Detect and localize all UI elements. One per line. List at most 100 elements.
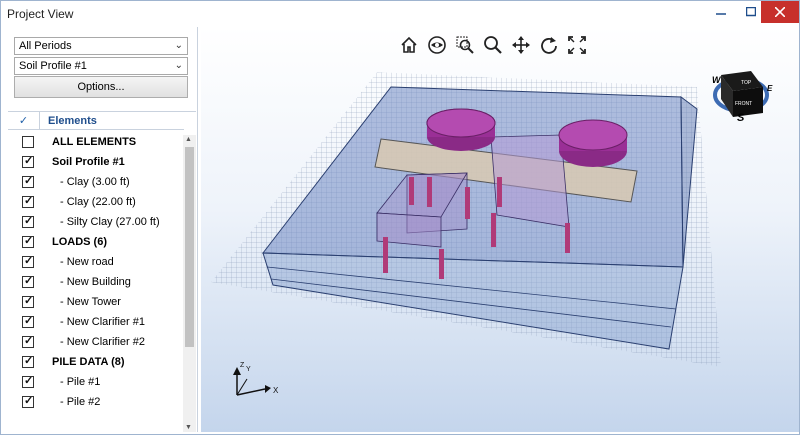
element-label: ALL ELEMENTS — [52, 136, 137, 148]
3d-viewport[interactable]: TOP FRONT W E S X Y Z — [201, 27, 799, 432]
element-label: PILE DATA (8) — [52, 356, 125, 368]
element-checkbox[interactable] — [22, 136, 34, 148]
checkmark-icon: ✓ — [24, 175, 34, 187]
element-label: - Clay (22.00 ft) — [60, 196, 136, 208]
element-label: - Pile #2 — [60, 396, 101, 408]
checkmark-icon: ✓ — [24, 375, 34, 387]
element-checkbox[interactable]: ✓ — [22, 235, 34, 248]
pile — [465, 187, 470, 219]
period-select-value: All Periods — [19, 40, 72, 52]
chevron-down-icon: ⌄ — [174, 60, 183, 71]
checkmark-icon: ✓ — [24, 395, 34, 407]
vertical-scrollbar[interactable]: ▲ ▼ — [183, 135, 196, 432]
zoom-icon — [484, 36, 502, 54]
period-select[interactable]: All Periods ⌄ — [14, 37, 188, 55]
pan-button[interactable] — [509, 33, 533, 57]
element-checkbox[interactable]: ✓ — [22, 315, 34, 328]
element-label: - Clay (3.00 ft) — [60, 176, 130, 188]
clarifier-2-lid — [558, 119, 628, 151]
scroll-thumb[interactable] — [185, 147, 194, 347]
element-row[interactable]: ✓ - New Clarifier #2 — [8, 332, 184, 352]
element-row[interactable]: ✓ LOADS (6) — [8, 232, 184, 252]
minimize-button[interactable] — [706, 1, 736, 23]
fit-extents-icon — [568, 36, 586, 54]
3d-scene: TOP FRONT W E S X Y Z — [211, 71, 773, 396]
pan-icon — [512, 36, 530, 54]
element-checkbox[interactable]: ✓ — [22, 335, 34, 348]
element-checkbox[interactable]: ✓ — [22, 255, 34, 268]
view-eye-icon — [428, 36, 446, 54]
fit-extents-button[interactable] — [565, 33, 589, 57]
checkmark-icon: ✓ — [24, 355, 34, 367]
view-mode-button[interactable] — [425, 33, 449, 57]
pile — [497, 177, 502, 207]
element-row[interactable]: ✓ - New Clarifier #1 — [8, 312, 184, 332]
nav-cube-top-label: TOP — [741, 80, 752, 86]
element-row[interactable]: ✓ - New road — [8, 252, 184, 272]
axis-x-label: X — [273, 386, 279, 395]
scroll-down-icon[interactable]: ▼ — [185, 424, 192, 431]
home-icon — [401, 36, 417, 53]
zoom-button[interactable] — [481, 33, 505, 57]
soil-profile-select[interactable]: Soil Profile #1 ⌄ — [14, 57, 188, 75]
axis-z-label: Z — [240, 362, 245, 369]
project-view-window: Project View All Periods ⌄ Soil Profile … — [0, 0, 800, 435]
elements-grid: ✓ Elements ALL ELEMENTS ✓ Soil Profile #1 ✓… — [8, 111, 196, 431]
maximize-icon — [746, 7, 756, 17]
element-checkbox[interactable]: ✓ — [22, 215, 34, 228]
element-label: - Silty Clay (27.00 ft) — [60, 216, 160, 228]
element-label: - New Building — [60, 276, 131, 288]
element-checkbox[interactable]: ✓ — [22, 395, 34, 408]
element-checkbox[interactable]: ✓ — [22, 275, 34, 288]
element-row[interactable]: ✓ - New Tower — [8, 292, 184, 312]
element-row[interactable]: ✓ Soil Profile #1 — [8, 152, 184, 172]
options-button[interactable]: Options... — [14, 76, 188, 98]
home-view-button[interactable] — [397, 33, 421, 57]
element-label: - New Tower — [60, 296, 121, 308]
element-checkbox[interactable]: ✓ — [22, 375, 34, 388]
pile — [439, 249, 444, 279]
axis-triad: X Y Z — [233, 362, 279, 396]
rotate-button[interactable] — [537, 33, 561, 57]
checkmark-icon: ✓ — [24, 215, 34, 227]
element-row[interactable]: ✓ - Silty Clay (27.00 ft) — [8, 212, 184, 232]
elements-panel: All Periods ⌄ Soil Profile #1 ⌄ Options.… — [2, 27, 198, 432]
element-row[interactable]: ✓ - Pile #2 — [8, 392, 184, 412]
viewport-toolbar — [397, 33, 589, 57]
element-checkbox[interactable]: ✓ — [22, 195, 34, 208]
element-row[interactable]: ✓ PILE DATA (8) — [8, 352, 184, 372]
navigation-cube[interactable]: TOP FRONT W E S — [712, 71, 773, 124]
nav-cube-front-label: FRONT — [735, 101, 752, 107]
elements-column-header[interactable]: Elements — [48, 115, 97, 127]
rotate-icon — [541, 37, 557, 54]
element-row[interactable]: ✓ - Pile #1 — [8, 372, 184, 392]
element-row[interactable]: ✓ - Clay (22.00 ft) — [8, 192, 184, 212]
element-row[interactable]: ✓ - New Building — [8, 272, 184, 292]
title-bar: Project View — [1, 1, 799, 26]
scroll-up-icon[interactable]: ▲ — [185, 136, 192, 143]
check-column-header[interactable]: ✓ — [8, 112, 40, 130]
checkmark-icon: ✓ — [24, 295, 34, 307]
checkmark-icon: ✓ — [24, 235, 34, 247]
checkmark-icon: ✓ — [24, 275, 34, 287]
element-checkbox[interactable]: ✓ — [22, 175, 34, 188]
checkmark-icon: ✓ — [24, 155, 34, 167]
element-checkbox[interactable]: ✓ — [22, 155, 34, 168]
window-title: Project View — [7, 7, 74, 21]
grid-header: ✓ Elements — [8, 112, 184, 130]
close-icon — [775, 7, 785, 17]
checkmark-icon: ✓ — [24, 195, 34, 207]
minimize-icon — [716, 13, 726, 15]
checkmark-icon: ✓ — [24, 335, 34, 347]
element-checkbox[interactable]: ✓ — [22, 295, 34, 308]
zoom-window-button[interactable] — [453, 33, 477, 57]
element-row[interactable]: ALL ELEMENTS — [8, 132, 184, 152]
pile — [491, 213, 496, 247]
element-checkbox[interactable]: ✓ — [22, 355, 34, 368]
pile — [565, 223, 570, 253]
compass-east-label: E — [767, 84, 773, 93]
element-row[interactable]: ✓ - Clay (3.00 ft) — [8, 172, 184, 192]
zoom-window-icon — [456, 36, 474, 54]
soil-profile-select-value: Soil Profile #1 — [19, 60, 87, 72]
close-button[interactable] — [761, 1, 799, 23]
